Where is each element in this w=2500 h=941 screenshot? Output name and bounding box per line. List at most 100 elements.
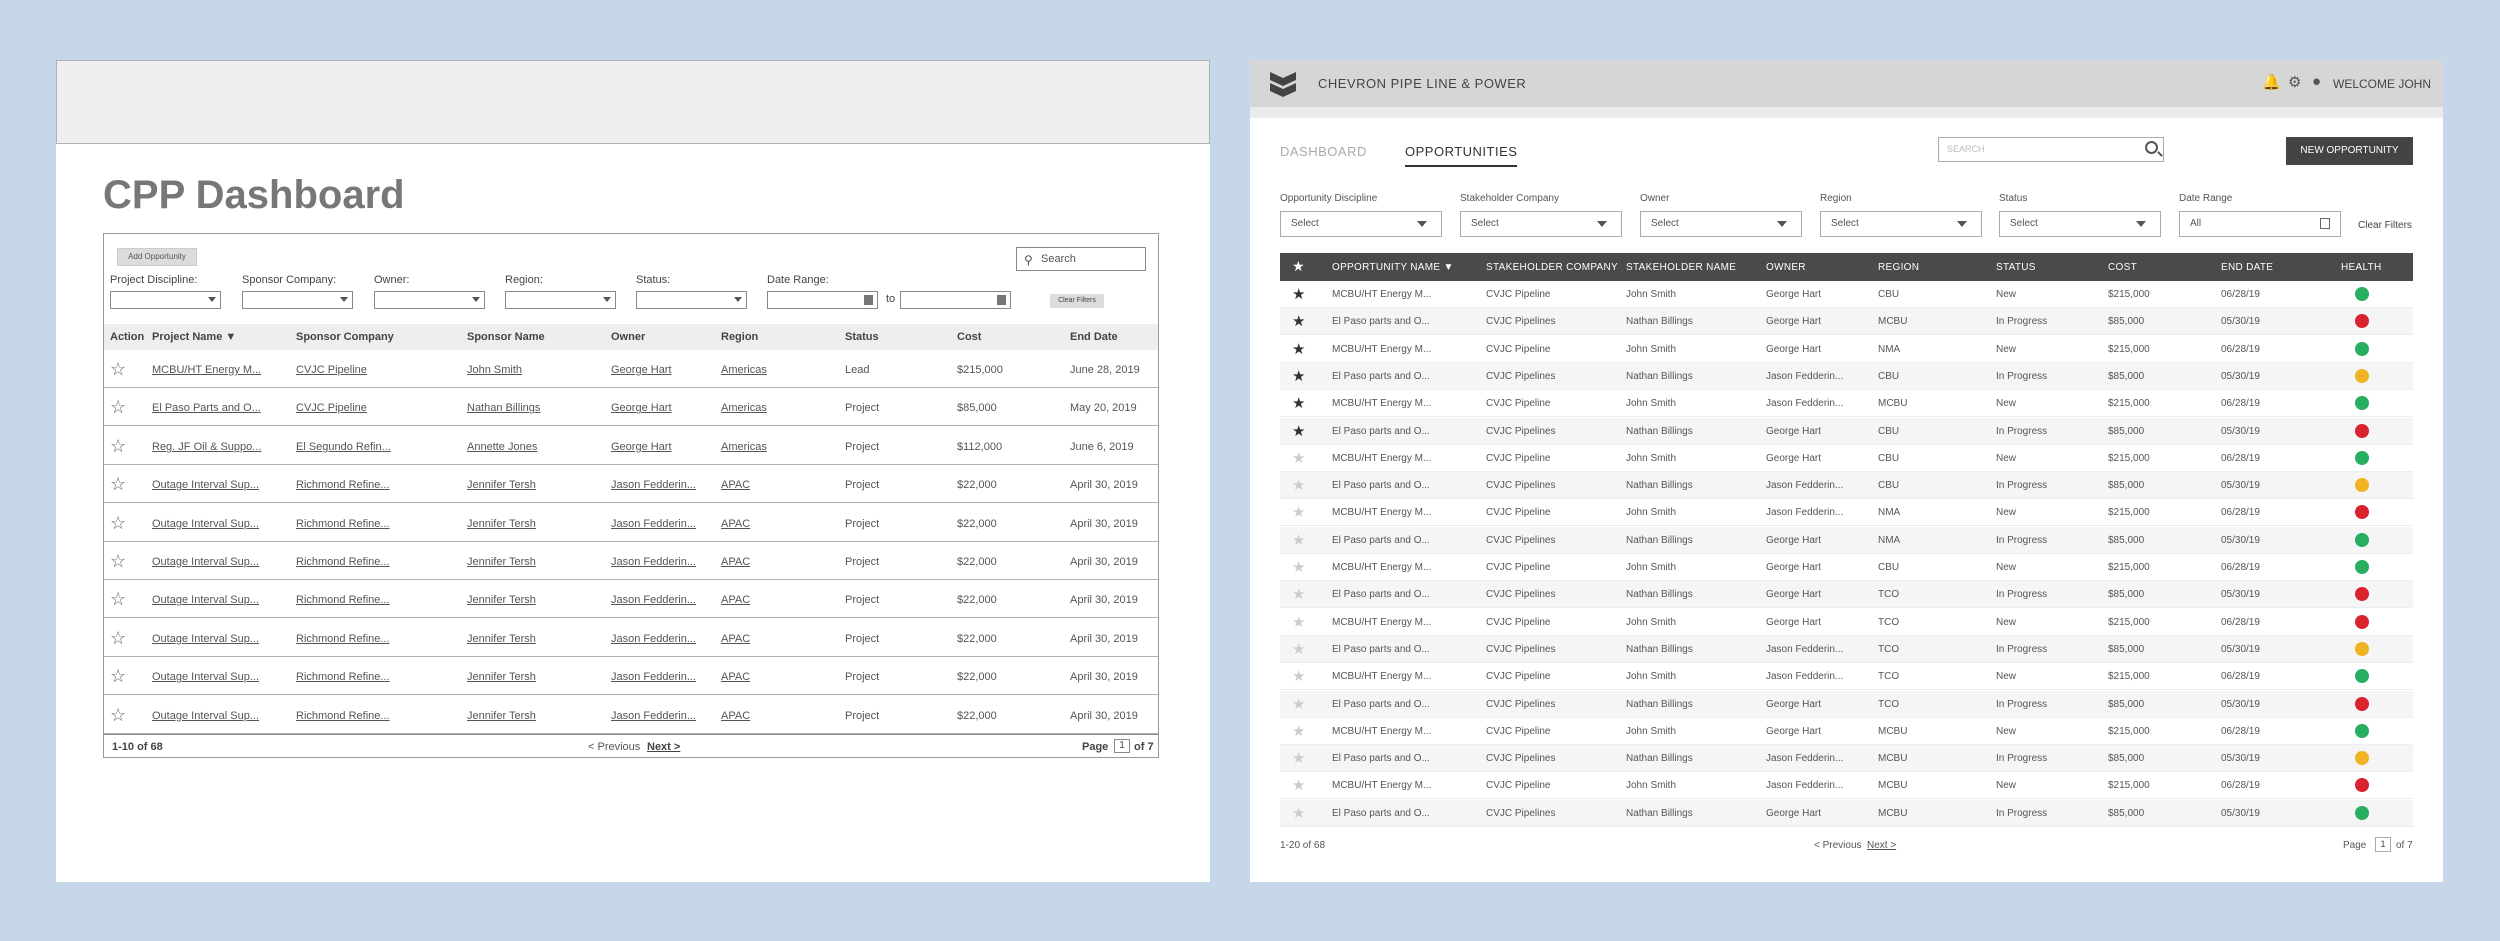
table-row[interactable]: ★ El Paso parts and O... CVJC Pipelines Nat… bbox=[1280, 526, 2413, 554]
table-row[interactable]: ★ El Paso parts and O... CVJC Pipelines Nat… bbox=[1280, 745, 2413, 773]
star-empty-icon[interactable]: ★ bbox=[1292, 449, 1305, 467]
table-row[interactable]: ★ MCBU/HT Energy M... CVJC Pipeline John Sm… bbox=[1280, 281, 2413, 308]
table-row[interactable]: ★ MCBU/HT Energy M... CVJC Pipeline John Sm… bbox=[1280, 609, 2413, 636]
project-name-link[interactable]: MCBU/HT Energy M... bbox=[152, 364, 261, 376]
search-input[interactable]: SEARCH bbox=[1938, 137, 2164, 162]
star-outline-icon[interactable]: ☆ bbox=[110, 359, 126, 380]
star-empty-icon[interactable]: ★ bbox=[1292, 667, 1305, 685]
table-row[interactable]: ★ MCBU/HT Energy M... CVJC Pipeline John Sm… bbox=[1280, 772, 2413, 800]
star-empty-icon[interactable]: ★ bbox=[1292, 749, 1305, 767]
star-empty-icon[interactable]: ★ bbox=[1292, 585, 1305, 603]
owner-link[interactable]: Jason Fedderin... bbox=[611, 594, 696, 606]
sponsor-company-link[interactable]: Richmond Refine... bbox=[296, 633, 390, 645]
region-link[interactable]: APAC bbox=[721, 633, 750, 645]
user-icon[interactable]: ● bbox=[2312, 73, 2321, 90]
sponsor-name-link[interactable]: Jennifer Tersh bbox=[467, 518, 536, 530]
star-outline-icon[interactable]: ☆ bbox=[110, 397, 126, 418]
sponsor-name-link[interactable]: Jennifer Tersh bbox=[467, 594, 536, 606]
owner-link[interactable]: Jason Fedderin... bbox=[611, 556, 696, 568]
table-row[interactable]: ★ MCBU/HT Energy M... CVJC Pipeline John Sm… bbox=[1280, 663, 2413, 691]
region-link[interactable]: APAC bbox=[721, 710, 750, 722]
date-from-input[interactable] bbox=[767, 291, 878, 309]
owner-select[interactable] bbox=[374, 291, 485, 309]
star-empty-icon[interactable]: ★ bbox=[1292, 558, 1305, 576]
previous-link[interactable]: < Previous bbox=[1814, 840, 1862, 851]
table-row[interactable]: ★ El Paso parts and O... CVJC Pipelines Nat… bbox=[1280, 690, 2413, 718]
star-empty-icon[interactable]: ★ bbox=[1292, 476, 1305, 494]
owner-link[interactable]: George Hart bbox=[611, 364, 672, 376]
bell-icon[interactable]: 🔔 bbox=[2262, 73, 2281, 91]
table-row[interactable]: ★ El Paso parts and O... CVJC Pipelines Nat… bbox=[1280, 308, 2413, 336]
table-row[interactable]: ★ El Paso parts and O... CVJC Pipelines Nat… bbox=[1280, 472, 2413, 500]
star-outline-icon[interactable]: ☆ bbox=[110, 666, 126, 687]
region-link[interactable]: APAC bbox=[721, 479, 750, 491]
table-row[interactable]: ★ MCBU/HT Energy M... CVJC Pipeline John Sm… bbox=[1280, 336, 2413, 363]
star-empty-icon[interactable]: ★ bbox=[1292, 613, 1305, 631]
new-opportunity-button[interactable]: NEW OPPORTUNITY bbox=[2286, 137, 2413, 165]
region-link[interactable]: Americas bbox=[721, 441, 767, 453]
column-header-project-name[interactable]: Project Name ▼ bbox=[152, 331, 236, 343]
previous-link[interactable]: < Previous bbox=[588, 741, 640, 753]
region-link[interactable]: APAC bbox=[721, 594, 750, 606]
star-empty-icon[interactable]: ★ bbox=[1292, 531, 1305, 549]
add-opportunity-button[interactable]: Add Opportunity bbox=[117, 248, 197, 266]
star-filled-icon[interactable]: ★ bbox=[1292, 422, 1305, 440]
status-select[interactable] bbox=[636, 291, 747, 309]
star-filled-icon[interactable]: ★ bbox=[1292, 340, 1305, 358]
sponsor-company-select[interactable] bbox=[242, 291, 353, 309]
region-link[interactable]: APAC bbox=[721, 556, 750, 568]
date-to-input[interactable] bbox=[900, 291, 1011, 309]
star-outline-icon[interactable]: ☆ bbox=[110, 551, 126, 572]
table-row[interactable]: ★ MCBU/HT Energy M... CVJC Pipeline John Sm… bbox=[1280, 554, 2413, 581]
star-outline-icon[interactable]: ☆ bbox=[110, 628, 126, 649]
page-number-input[interactable]: 1 bbox=[2375, 837, 2391, 852]
owner-link[interactable]: Jason Fedderin... bbox=[611, 518, 696, 530]
region-link[interactable]: Americas bbox=[721, 402, 767, 414]
owner-link[interactable]: George Hart bbox=[611, 441, 672, 453]
sponsor-name-link[interactable]: Jennifer Tersh bbox=[467, 633, 536, 645]
project-name-link[interactable]: Outage Interval Sup... bbox=[152, 556, 259, 568]
project-name-link[interactable]: Outage Interval Sup... bbox=[152, 479, 259, 491]
sponsor-company-link[interactable]: Richmond Refine... bbox=[296, 710, 390, 722]
project-name-link[interactable]: Outage Interval Sup... bbox=[152, 710, 259, 722]
owner-link[interactable]: Jason Fedderin... bbox=[611, 479, 696, 491]
owner-select[interactable]: Select bbox=[1640, 211, 1802, 237]
region-link[interactable]: APAC bbox=[721, 671, 750, 683]
table-row[interactable]: ★ MCBU/HT Energy M... CVJC Pipeline John Sm… bbox=[1280, 390, 2413, 418]
table-row[interactable]: ★ MCBU/HT Energy M... CVJC Pipeline John Sm… bbox=[1280, 718, 2413, 745]
project-name-link[interactable]: El Paso Parts and O... bbox=[152, 402, 261, 414]
tab-dashboard[interactable]: DASHBOARD bbox=[1280, 144, 1367, 165]
sponsor-company-link[interactable]: Richmond Refine... bbox=[296, 556, 390, 568]
star-outline-icon[interactable]: ☆ bbox=[110, 589, 126, 610]
stakeholder-company-select[interactable]: Select bbox=[1460, 211, 1622, 237]
star-filled-icon[interactable]: ★ bbox=[1292, 367, 1305, 385]
region-select[interactable]: Select bbox=[1820, 211, 1982, 237]
owner-link[interactable]: George Hart bbox=[611, 402, 672, 414]
tab-opportunities[interactable]: OPPORTUNITIES bbox=[1405, 144, 1518, 167]
star-outline-icon[interactable]: ☆ bbox=[110, 705, 126, 726]
sponsor-name-link[interactable]: Annette Jones bbox=[467, 441, 537, 453]
owner-link[interactable]: Jason Fedderin... bbox=[611, 671, 696, 683]
sponsor-name-link[interactable]: Jennifer Tersh bbox=[467, 556, 536, 568]
next-link[interactable]: Next > bbox=[647, 741, 680, 753]
clear-filters-link[interactable]: Clear Filters bbox=[2358, 220, 2412, 231]
star-empty-icon[interactable]: ★ bbox=[1292, 776, 1305, 794]
discipline-select[interactable]: Select bbox=[1280, 211, 1442, 237]
star-outline-icon[interactable]: ☆ bbox=[110, 513, 126, 534]
sponsor-company-link[interactable]: Richmond Refine... bbox=[296, 671, 390, 683]
region-link[interactable]: APAC bbox=[721, 518, 750, 530]
sponsor-name-link[interactable]: Jennifer Tersh bbox=[467, 710, 536, 722]
date-range-select[interactable]: All bbox=[2179, 211, 2341, 237]
star-empty-icon[interactable]: ★ bbox=[1292, 640, 1305, 658]
sponsor-company-link[interactable]: Richmond Refine... bbox=[296, 518, 390, 530]
star-empty-icon[interactable]: ★ bbox=[1292, 722, 1305, 740]
table-row[interactable]: ★ El Paso parts and O... CVJC Pipelines Nat… bbox=[1280, 362, 2413, 390]
sponsor-company-link[interactable]: Richmond Refine... bbox=[296, 479, 390, 491]
star-outline-icon[interactable]: ☆ bbox=[110, 474, 126, 495]
star-filled-icon[interactable]: ★ bbox=[1292, 312, 1305, 330]
gear-icon[interactable]: ⚙ bbox=[2288, 73, 2301, 91]
column-header-opportunity-name[interactable]: OPPORTUNITY NAME ▼ bbox=[1332, 262, 1454, 273]
project-name-link[interactable]: Outage Interval Sup... bbox=[152, 671, 259, 683]
sponsor-company-link[interactable]: El Segundo Refin... bbox=[296, 441, 391, 453]
table-row[interactable]: ★ El Paso parts and O... CVJC Pipelines Nat… bbox=[1280, 581, 2413, 609]
